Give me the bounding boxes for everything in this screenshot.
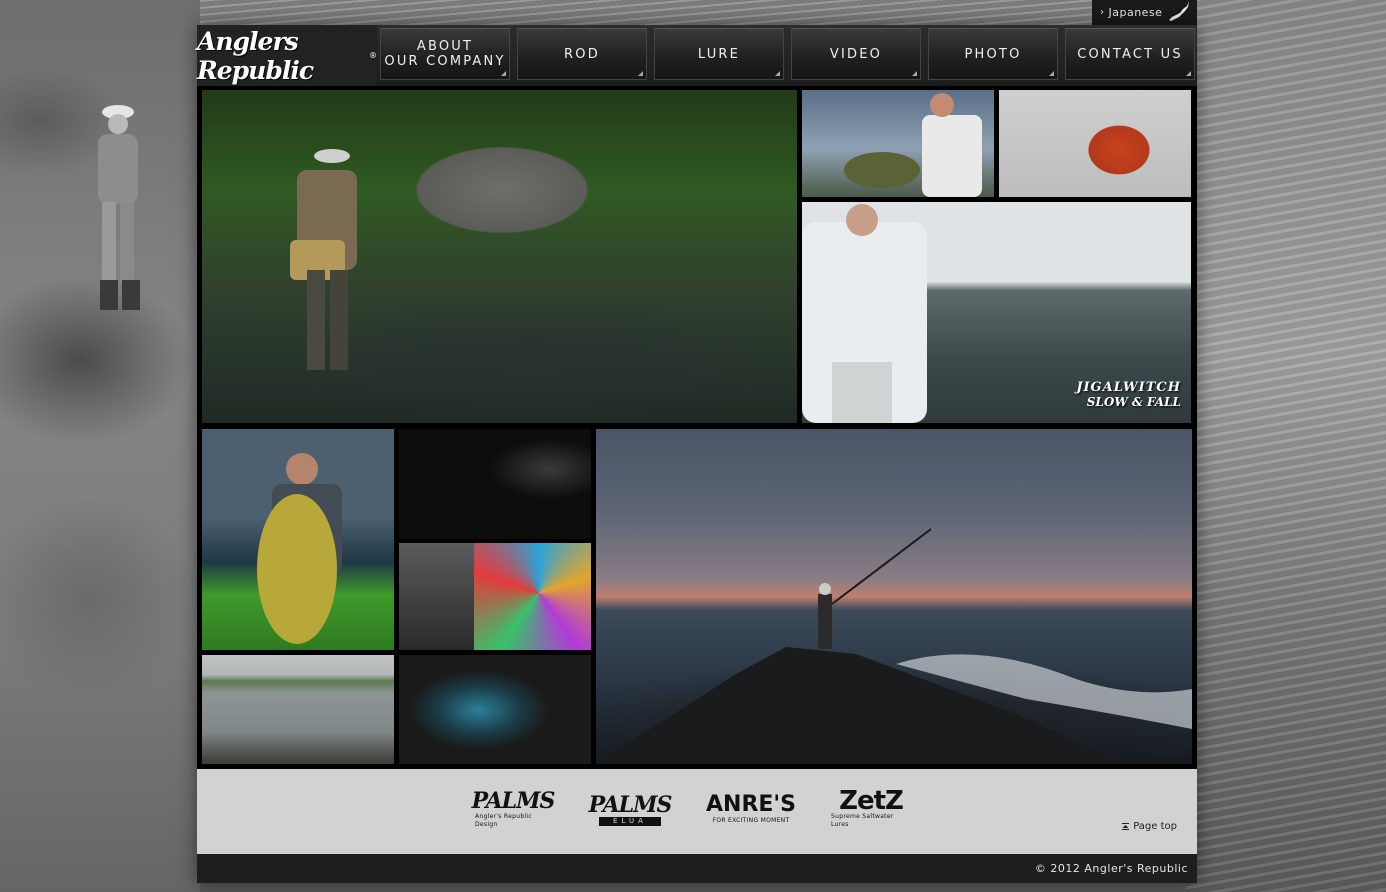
corner-arrow-icon [912, 71, 917, 76]
header: Anglers Republic ® ABOUT OUR COMPANY ROD… [197, 25, 1197, 86]
main-nav: ABOUT OUR COMPANY ROD LURE VIDEO PHOTO C… [380, 28, 1195, 80]
gallery-tile-bass-catch[interactable] [802, 90, 994, 197]
gallery-tile-river-angler[interactable] [202, 90, 797, 423]
brand-tagline: Angler's Republic Design [475, 813, 532, 828]
video-caption: JIGALWITCH SLOW & FALL [1076, 380, 1181, 409]
brand-anres-logo[interactable]: ANRE'S FOR EXCITING MOMENT [706, 787, 796, 831]
copyright-text: © 2012 Angler's Republic [1034, 862, 1188, 875]
corner-arrow-icon [1049, 71, 1054, 76]
nav-label: ABOUT OUR COMPANY [384, 39, 506, 69]
corner-arrow-icon [638, 71, 643, 76]
brand-tagline: FOR EXCITING MOMENT [712, 817, 790, 824]
corner-arrow-icon [501, 71, 506, 76]
video-caption-top: JIGALWITCH [1076, 380, 1181, 395]
shore-casting-image [596, 528, 1192, 764]
brand-name: ZetZ [839, 786, 904, 816]
nav-label: PHOTO [964, 46, 1022, 62]
nav-label: LURE [697, 46, 741, 62]
chevron-right-icon: › [1100, 7, 1105, 18]
brand-name: PALMS [471, 788, 556, 814]
gallery-tile-orange-jacket[interactable] [999, 90, 1191, 197]
nav-contact-us[interactable]: CONTACT US [1065, 28, 1195, 80]
photo-gallery: JIGALWITCH SLOW & FALL [197, 86, 1197, 769]
language-switch-label: Japanese [1108, 6, 1163, 19]
nav-lure[interactable]: LURE [654, 28, 784, 80]
page-top-link[interactable]: Page top [1122, 821, 1177, 832]
background-sea [1186, 0, 1386, 892]
brand-palms-logo[interactable]: PALMS Angler's Republic Design [472, 787, 556, 831]
nav-label: ROD [564, 46, 600, 62]
angler-figure-image [98, 105, 140, 310]
corner-arrow-icon [775, 71, 780, 76]
brand-tagline: ELUA [599, 816, 661, 826]
gallery-tile-night-fishing[interactable] [399, 429, 591, 539]
nav-label: CONTACT US [1077, 46, 1183, 62]
brand-logos-bar: PALMS Angler's Republic Design PALMS ELU… [197, 769, 1197, 854]
brand-palms-elua-logo[interactable]: PALMS ELUA [588, 787, 673, 831]
video-caption-bottom: SLOW & FALL [1086, 395, 1181, 409]
brand-tagline: Supreme Saltwater Lures [831, 813, 894, 828]
japan-map-icon [1169, 1, 1189, 21]
logo-registered-mark: ® [369, 51, 377, 60]
nav-photo[interactable]: PHOTO [928, 28, 1058, 80]
mahi-mahi-image [257, 453, 342, 644]
nav-label: VIDEO [829, 46, 883, 62]
gallery-tile-shore-casting[interactable] [596, 429, 1192, 764]
gallery-tile-mahi-mahi[interactable] [202, 429, 394, 650]
nav-about-our-company[interactable]: ABOUT OUR COMPANY [380, 28, 510, 80]
brand-name: ANRE'S [706, 792, 796, 817]
corner-arrow-icon [1186, 71, 1191, 76]
logo-text: Anglers Republic [197, 26, 314, 85]
gallery-tile-ferris-wheel[interactable] [399, 543, 591, 650]
site-container: Anglers Republic ® ABOUT OUR COMPANY ROD… [197, 25, 1197, 883]
language-switch-japanese[interactable]: › Japanese [1092, 0, 1197, 25]
river-scene-image [290, 149, 357, 370]
footer: © 2012 Angler's Republic [197, 854, 1197, 883]
gallery-tile-lure-splash[interactable] [399, 655, 591, 764]
bass-catch-image [844, 93, 982, 197]
site-logo[interactable]: Anglers Republic ® [197, 25, 377, 86]
gallery-tile-video-boat-jigging[interactable]: JIGALWITCH SLOW & FALL [802, 202, 1191, 423]
nav-video[interactable]: VIDEO [791, 28, 921, 80]
brand-zetz-logo[interactable]: ZetZ Supreme Saltwater Lures [831, 787, 911, 831]
page-top-label: Page top [1133, 821, 1177, 832]
gallery-tile-rocky-cove[interactable] [202, 655, 394, 764]
brand-name: PALMS [588, 791, 673, 818]
nav-rod[interactable]: ROD [517, 28, 647, 80]
arrow-up-icon [1122, 822, 1130, 830]
